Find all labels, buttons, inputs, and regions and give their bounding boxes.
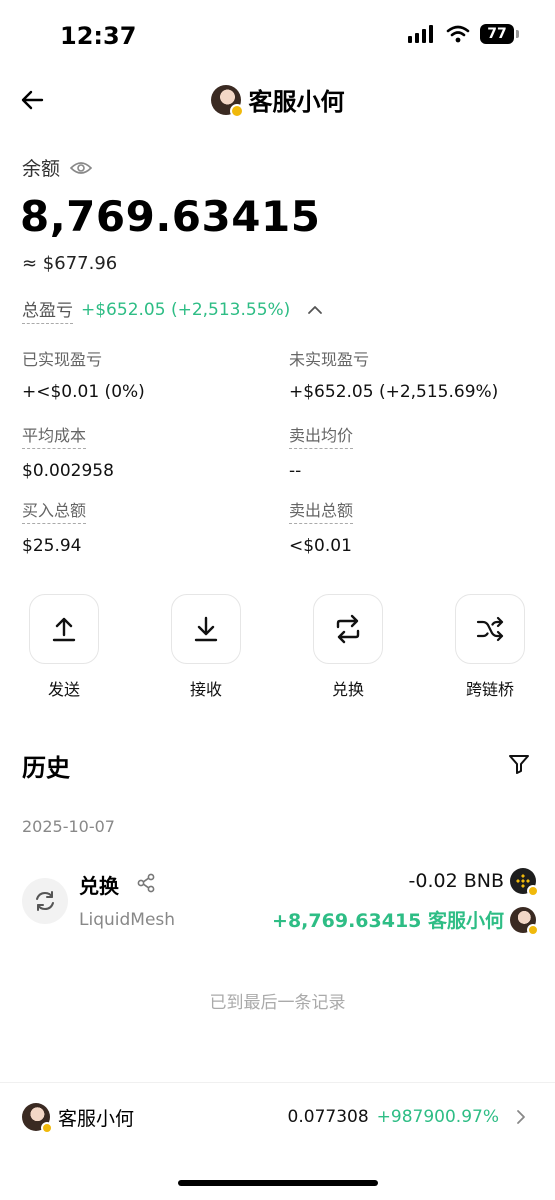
bridge-label: 跨链桥 xyxy=(465,680,514,699)
bottom-token-bar[interactable]: 客服小何 0.077308 +987900.97% xyxy=(0,1082,555,1152)
balance-label-row: 余额 xyxy=(22,154,93,181)
send-button[interactable]: 发送 xyxy=(19,594,109,700)
tx-out-amount: -0.02 BNB xyxy=(408,870,504,892)
nav-title-group: 客服小何 xyxy=(0,82,555,118)
bottom-token-price: 0.077308 xyxy=(287,1107,369,1127)
download-icon xyxy=(194,616,218,642)
stat-buy-total: 买入总额 $25.94 xyxy=(22,497,87,556)
balance-usd: ≈ $677.96 xyxy=(22,253,118,274)
receive-label: 接收 xyxy=(189,680,222,699)
nav-header: 客服小何 xyxy=(0,80,555,120)
buy-total-label[interactable]: 买入总额 xyxy=(22,497,87,524)
token-avatar xyxy=(210,84,244,118)
bottom-token-change: +987900.97% xyxy=(376,1107,499,1127)
battery-indicator: 77 xyxy=(480,24,519,44)
tx-out-amount-row: -0.02 BNB xyxy=(408,868,539,897)
swap-button[interactable]: 兑换 xyxy=(303,594,393,700)
swap-label: 兑换 xyxy=(331,680,364,699)
status-bar: 12:37 77 xyxy=(0,0,555,72)
tx-in-amount-row: +8,769.63415 客服小何 xyxy=(272,906,539,936)
end-of-list-note: 已到最后一条记录 xyxy=(209,993,346,1013)
tx-type-label: 兑换 xyxy=(79,874,119,898)
swap-icon xyxy=(336,614,360,644)
bottom-token-info: 客服小何 xyxy=(22,1103,135,1134)
stat-avg-cost: 平均成本 $0.002958 xyxy=(22,422,114,481)
transaction-row[interactable]: 兑换 LiquidMesh -0.02 BNB +8,769.63415 客服小… xyxy=(22,866,539,942)
bridge-icon-box[interactable] xyxy=(455,594,525,664)
send-icon-box[interactable] xyxy=(29,594,99,664)
bridge-button[interactable]: 跨链桥 xyxy=(445,594,535,700)
sell-total-label[interactable]: 卖出总额 xyxy=(289,497,354,524)
avg-cost-label[interactable]: 平均成本 xyxy=(22,422,87,449)
filter-icon[interactable] xyxy=(507,752,531,776)
receive-button[interactable]: 接收 xyxy=(161,594,251,700)
chevron-right-icon[interactable] xyxy=(515,1109,527,1125)
total-pnl-value: +$652.05 (+2,513.55%) xyxy=(81,300,291,320)
total-pnl-label[interactable]: 总盈亏 xyxy=(22,296,73,324)
status-icons: 77 xyxy=(408,24,519,44)
tx-type-icon xyxy=(22,878,68,924)
balance-label: 余额 xyxy=(22,158,61,180)
wifi-icon xyxy=(446,25,470,43)
bottom-token-avatar xyxy=(22,1103,53,1134)
tx-in-amount: +8,769.63415 客服小何 xyxy=(272,910,504,932)
balance-value: 8,769.63415 xyxy=(20,192,321,241)
history-date: 2025-10-07 xyxy=(22,817,115,836)
stat-unrealized: 未实现盈亏 +$652.05 (+2,515.69%) xyxy=(289,346,498,402)
bnb-token-icon xyxy=(510,868,539,897)
chevron-up-icon[interactable] xyxy=(306,304,324,316)
home-indicator xyxy=(178,1180,378,1186)
battery-level: 77 xyxy=(480,24,514,44)
unrealized-pnl-label: 未实现盈亏 xyxy=(289,350,370,369)
bottom-token-price-row: 0.077308 +987900.97% xyxy=(288,1107,527,1127)
stat-avg-sell: 卖出均价 -- xyxy=(289,422,354,481)
shuffle-icon xyxy=(476,616,504,642)
history-title: 历史 xyxy=(22,754,70,782)
stat-realized: 已实现盈亏 +<$0.01 (0%) xyxy=(22,346,145,402)
realized-pnl-value: +<$0.01 (0%) xyxy=(22,382,145,402)
share-icon[interactable] xyxy=(135,872,157,894)
upload-icon xyxy=(52,617,76,642)
realized-pnl-label: 已实现盈亏 xyxy=(22,350,103,369)
signal-icon xyxy=(408,25,433,43)
status-time: 12:37 xyxy=(60,22,137,50)
total-pnl-row[interactable]: 总盈亏 +$652.05 (+2,513.55%) xyxy=(22,296,324,324)
page-title: 客服小何 xyxy=(248,88,345,116)
avg-sell-value: -- xyxy=(289,461,302,481)
receive-icon-box[interactable] xyxy=(171,594,241,664)
eye-icon[interactable] xyxy=(70,160,93,176)
bottom-token-name: 客服小何 xyxy=(58,1107,135,1130)
tx-source: LiquidMesh xyxy=(79,910,176,930)
token-avatar-small xyxy=(510,906,539,936)
send-label: 发送 xyxy=(47,680,80,699)
sell-total-value: <$0.01 xyxy=(289,536,352,556)
avg-cost-value: $0.002958 xyxy=(22,461,114,481)
unrealized-pnl-value: +$652.05 (+2,515.69%) xyxy=(289,382,499,402)
buy-total-value: $25.94 xyxy=(22,536,82,556)
avg-sell-label[interactable]: 卖出均价 xyxy=(289,422,354,449)
stat-sell-total: 卖出总额 <$0.01 xyxy=(289,497,354,556)
refresh-icon xyxy=(36,891,54,911)
swap-icon-box[interactable] xyxy=(313,594,383,664)
